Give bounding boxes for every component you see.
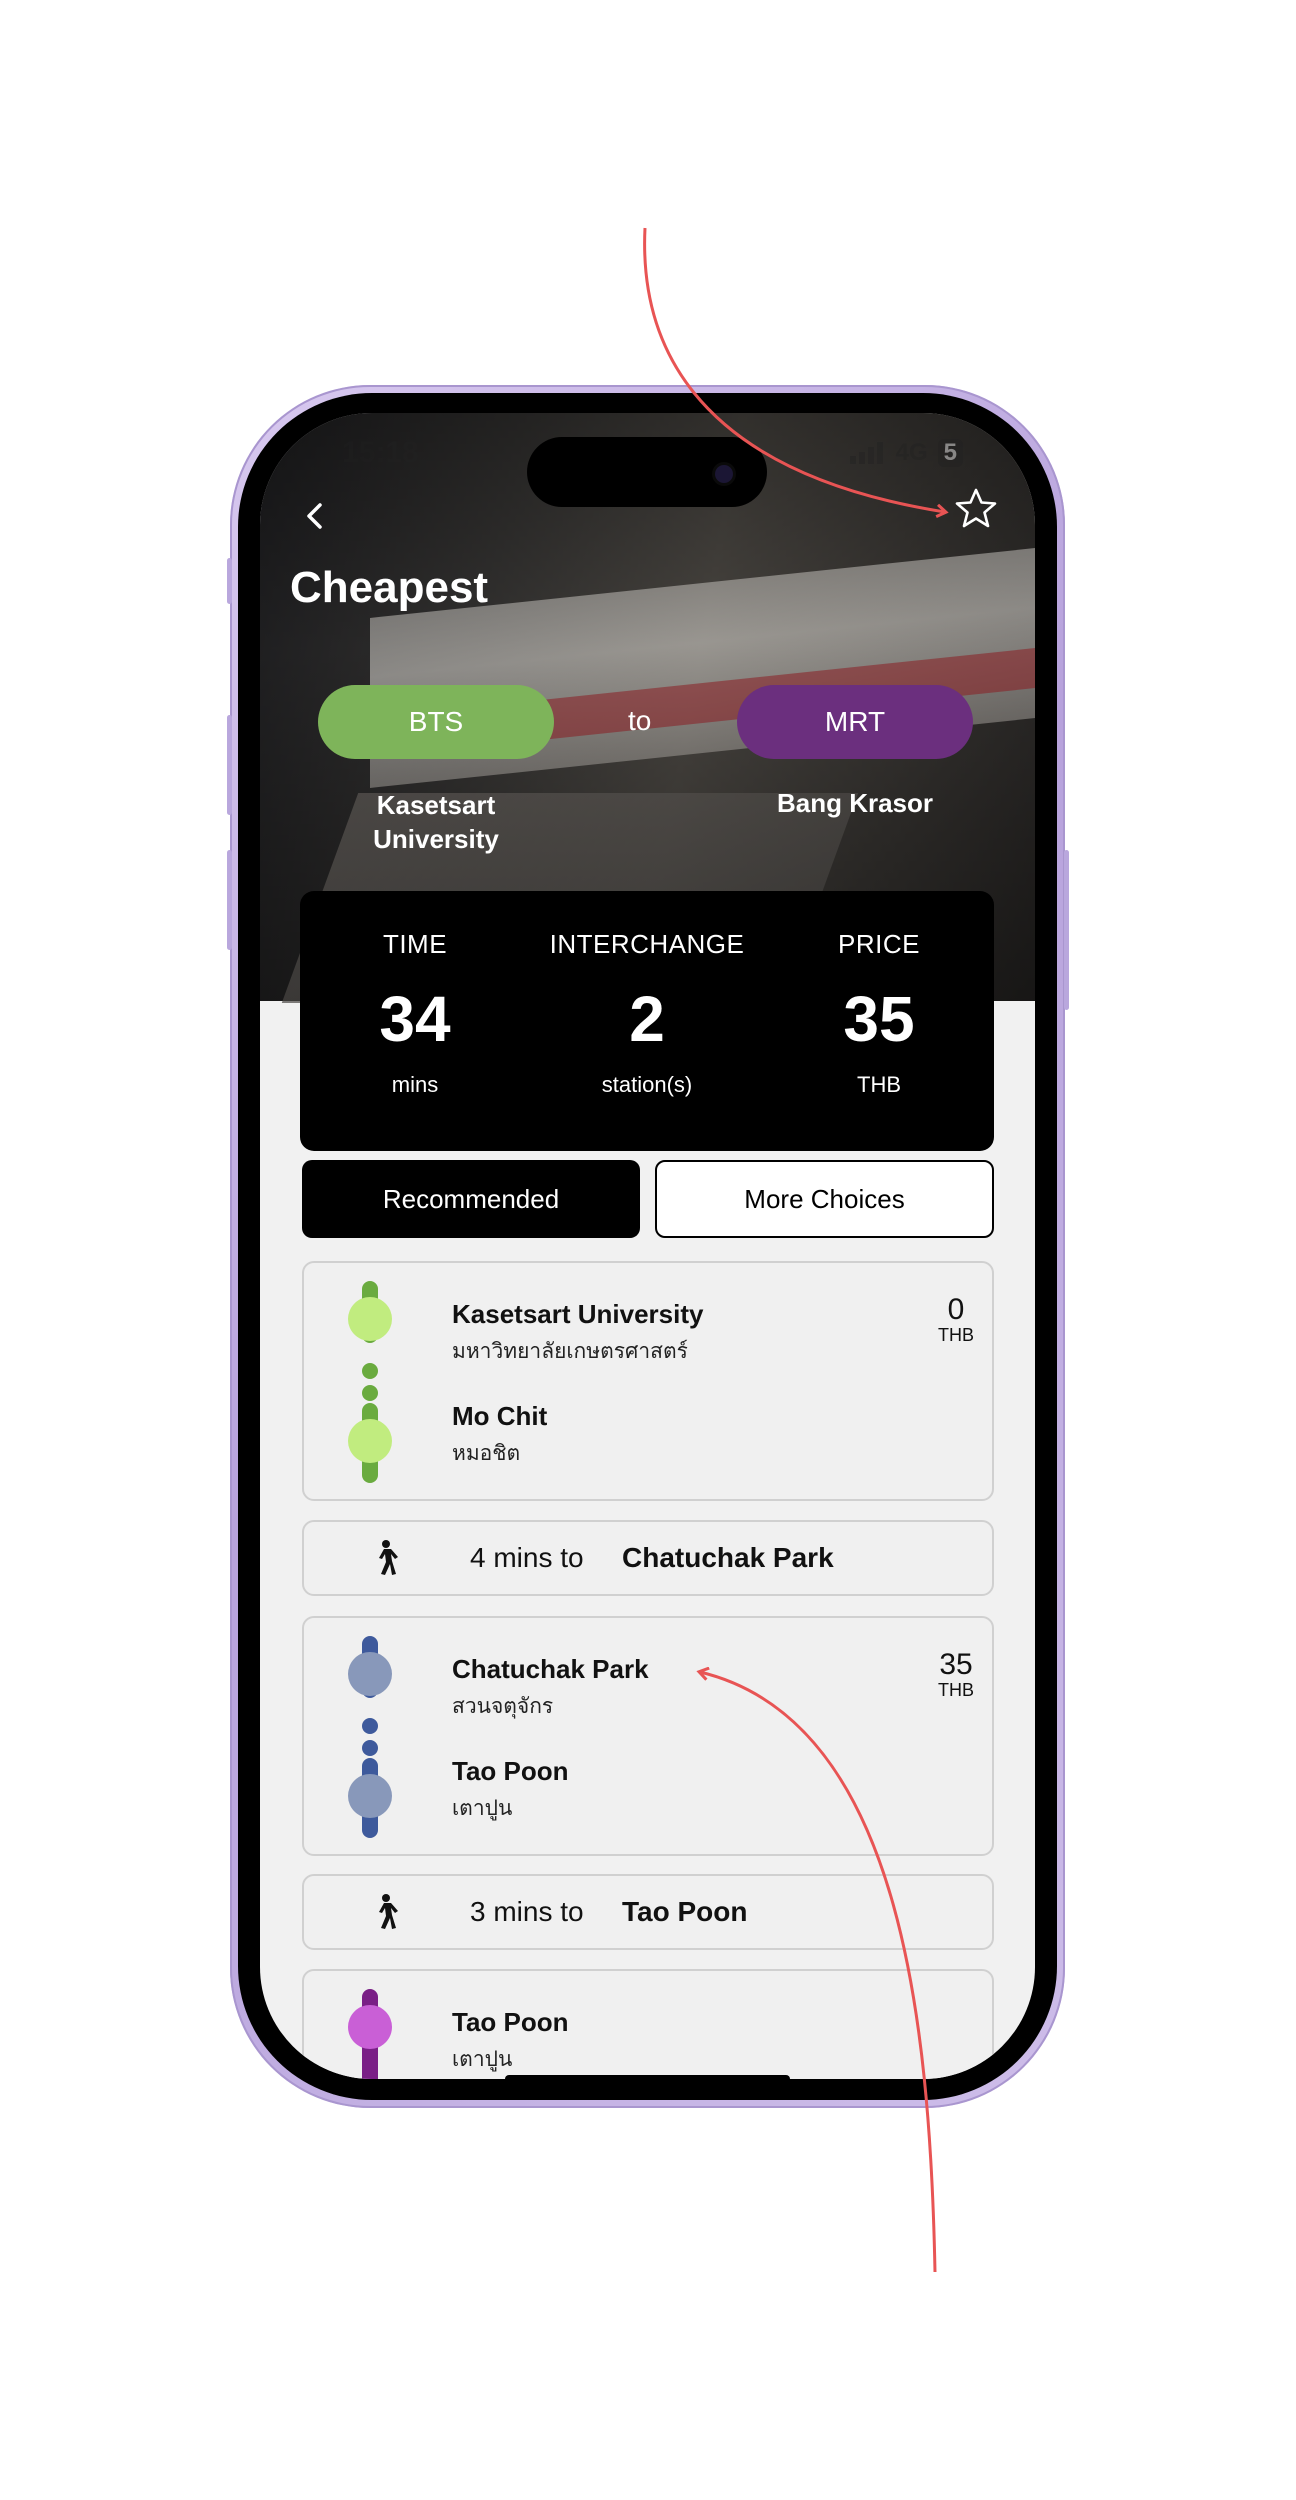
signal-icon <box>849 442 883 464</box>
station-dot <box>348 2005 392 2049</box>
summary-interchange-unit: station(s) <box>601 1072 693 1097</box>
status-indicators: 4G 5 <box>849 439 963 467</box>
station-dot <box>348 1297 392 1341</box>
walking-person-icon <box>379 1894 398 1929</box>
segment-to-name: Mo Chit <box>452 1401 548 1431</box>
station-dot <box>348 1419 392 1463</box>
summary-price-value: 35 <box>843 983 915 1055</box>
from-line-badge: BTS <box>318 685 554 759</box>
home-indicator <box>505 2075 790 2079</box>
summary-interchange: INTERCHANGE 2 station(s) <box>532 891 762 1098</box>
trip-summary-card: TIME 34 mins INTERCHANGE 2 station(s) PR… <box>300 891 994 1151</box>
route-to-label: to <box>628 705 652 736</box>
summary-price-unit: THB <box>857 1072 901 1097</box>
segment-card-2[interactable]: Chatuchak Park สวนจตุจักร Tao Poon เตาปู… <box>302 1616 994 1856</box>
summary-time-unit: mins <box>391 1072 439 1097</box>
origin-station-line2: University <box>373 824 499 854</box>
segment-fare-value: 0 <box>947 1293 965 1326</box>
segment-from-thai: สวนจตุจักร <box>452 1695 554 1718</box>
segment-from-thai: เตาปูน <box>452 2048 513 2071</box>
station-dot <box>348 1652 392 1696</box>
walk-step-2[interactable]: 3 mins to Tao Poon <box>302 1874 994 1950</box>
segment-to-name: Tao Poon <box>452 1756 569 1786</box>
summary-time: TIME 34 mins <box>300 891 530 1098</box>
segment-from-thai: มหาวิทยาลัยเกษตรศาสตร์ <box>452 1340 688 1363</box>
summary-time-value: 34 <box>379 983 451 1055</box>
chevron-left-icon <box>307 503 322 529</box>
walk-step-1[interactable]: 4 mins to Chatuchak Park <box>302 1520 994 1596</box>
walk-duration: 3 mins to <box>470 1896 584 1927</box>
side-button-volume-down <box>227 850 232 950</box>
segment-from-name: Tao Poon <box>452 2007 569 2037</box>
segment-to-thai: เตาปูน <box>452 1797 513 1820</box>
star-outline-icon <box>955 488 997 528</box>
stop-dot <box>362 1740 378 1756</box>
segment-fare: 0 THB <box>938 1293 974 1346</box>
to-line-badge: MRT <box>737 685 973 759</box>
summary-interchange-value: 2 <box>629 983 665 1055</box>
summary-time-label: TIME <box>382 929 448 959</box>
stop-dot <box>362 1718 378 1734</box>
segment-from-name: Chatuchak Park <box>452 1654 649 1684</box>
segment-to-thai: หมอชิต <box>452 1442 521 1465</box>
side-button-volume-up <box>227 715 232 815</box>
destination-station: Bang Krasor <box>776 788 934 818</box>
segment-fare: 35 THB <box>938 1648 974 1701</box>
walk-duration: 4 mins to <box>470 1542 584 1573</box>
battery-icon: 5 <box>937 439 963 467</box>
walk-destination: Chatuchak Park <box>622 1542 834 1573</box>
walking-person-icon <box>379 1540 398 1575</box>
station-dot <box>348 1774 392 1818</box>
page-title: Cheapest <box>290 563 489 612</box>
summary-interchange-label: INTERCHANGE <box>549 929 745 959</box>
side-button-power <box>1064 850 1069 1010</box>
segment-fare-value: 35 <box>939 1648 973 1681</box>
favorite-button[interactable] <box>953 486 999 532</box>
front-camera <box>715 465 733 483</box>
phone-screen: 15:18 4G 5 Cheapest BTS to MRT Kasetsart… <box>260 413 1035 2079</box>
network-type: 4G <box>895 439 928 466</box>
segment-card-3[interactable]: Tao Poon เตาปูน <box>302 1969 994 2079</box>
origin-station-line1: Kasetsart <box>376 790 496 820</box>
walk-destination: Tao Poon <box>622 1896 748 1927</box>
side-button-action <box>227 558 232 604</box>
summary-price: PRICE 35 THB <box>764 891 994 1098</box>
segment-fare-currency: THB <box>938 1680 974 1700</box>
tab-recommended[interactable]: Recommended <box>302 1160 640 1238</box>
origin-station: Kasetsart University <box>320 788 552 856</box>
stop-dot <box>362 1363 378 1379</box>
stop-dot <box>362 1385 378 1401</box>
segment-from-name: Kasetsart University <box>452 1299 704 1329</box>
segment-fare-currency: THB <box>938 1325 974 1345</box>
segment-card-1[interactable]: Kasetsart University มหาวิทยาลัยเกษตรศาส… <box>302 1261 994 1501</box>
status-time: 15:18 <box>342 436 419 469</box>
back-button[interactable] <box>290 491 340 541</box>
tab-more-choices[interactable]: More Choices <box>655 1160 994 1238</box>
summary-price-label: PRICE <box>838 929 920 959</box>
